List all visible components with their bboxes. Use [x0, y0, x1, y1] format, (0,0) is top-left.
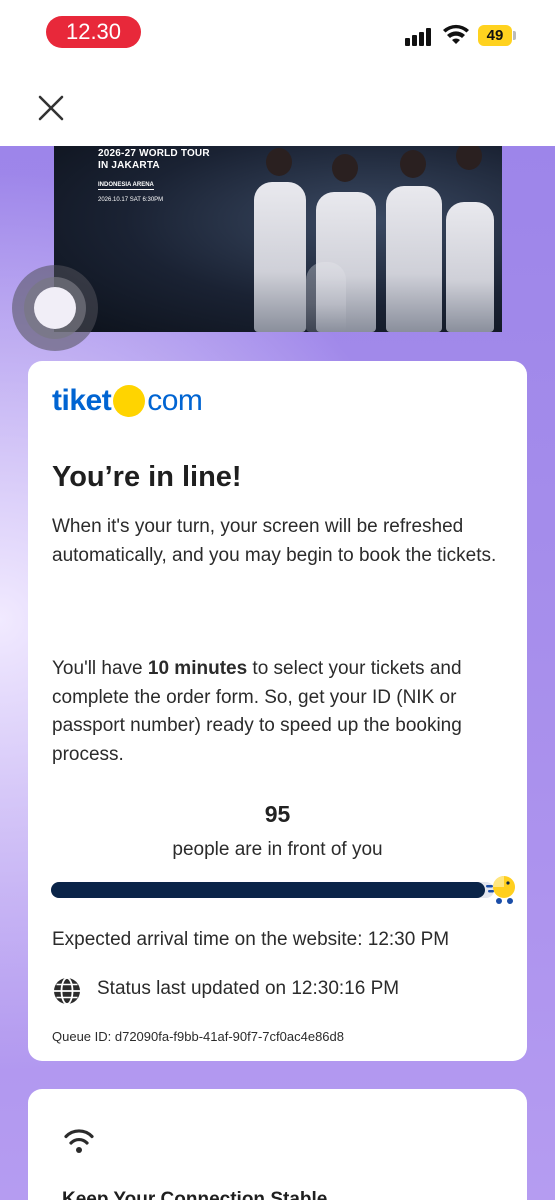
banner-title-line2: IN JAKARTA — [98, 160, 160, 171]
performer-figure — [386, 186, 442, 332]
time-limit-pre: You'll have — [52, 658, 148, 679]
top-bar — [0, 70, 555, 146]
performer-head — [332, 154, 358, 182]
performer-head — [266, 148, 292, 176]
battery-cap — [513, 31, 516, 40]
connection-tip-title: Keep Your Connection Stable — [62, 1189, 328, 1200]
logo-text-com: com — [147, 384, 203, 417]
event-banner-image: 2026-27 WORLD TOUR IN JAKARTA INDONESIA … — [54, 146, 502, 332]
performer-figure — [254, 182, 306, 332]
performer-head — [456, 146, 482, 170]
queue-id-text: Queue ID: d72090fa-f9bb-41af-90f7-7cf0ac… — [52, 1029, 344, 1044]
banner-title-line1: 2026-27 WORLD TOUR — [98, 148, 210, 159]
people-ahead-label: people are in front of you — [172, 839, 383, 860]
expected-arrival-text: Expected arrival time on the website: 12… — [52, 929, 450, 950]
runner-icon — [486, 876, 515, 904]
time-limit-info-text: You'll have 10 minutes to select your ti… — [52, 655, 512, 769]
assistive-touch-button[interactable] — [12, 265, 98, 351]
queue-progress-fill — [51, 882, 486, 898]
close-icon[interactable] — [36, 93, 66, 123]
time-limit-bold: 10 minutes — [147, 658, 248, 679]
queue-progress-bar — [51, 882, 494, 898]
queue-heading: You’re in line! — [52, 461, 242, 493]
banner-text: 2026-27 WORLD TOUR IN JAKARTA INDONESIA … — [98, 148, 210, 203]
status-time: 12.30 — [46, 16, 141, 48]
logo-dot — [113, 385, 146, 417]
people-ahead-count: 95 — [264, 801, 291, 827]
status-bar: 12.30 49 — [0, 0, 555, 70]
status-updated-text: Status last updated on 12:30:16 PM — [97, 978, 400, 999]
tiket-logo: tiket com — [52, 383, 203, 419]
performer-figure — [306, 262, 346, 332]
banner-venue: INDONESIA ARENA — [98, 182, 154, 190]
connection-tip-card: Keep Your Connection Stable — [28, 1089, 527, 1200]
banner-date: 2026.10.17 SAT 6:30PM — [98, 197, 164, 203]
assistive-touch-icon — [34, 287, 76, 329]
performer-head — [400, 150, 426, 178]
performer-figure — [446, 202, 494, 332]
signal-icon — [405, 28, 435, 46]
globe-icon — [54, 977, 80, 1005]
wifi-icon — [64, 1129, 94, 1153]
refresh-info-text: When it's your turn, your screen will be… — [52, 516, 497, 566]
battery-indicator: 49 — [478, 25, 512, 46]
queue-page[interactable]: 2026-27 WORLD TOUR IN JAKARTA INDONESIA … — [0, 146, 555, 1200]
logo-text-tiket: tiket — [52, 384, 112, 417]
wifi-icon — [443, 24, 469, 44]
queue-card: tiket com You’re in line! When it's your … — [28, 361, 527, 1061]
